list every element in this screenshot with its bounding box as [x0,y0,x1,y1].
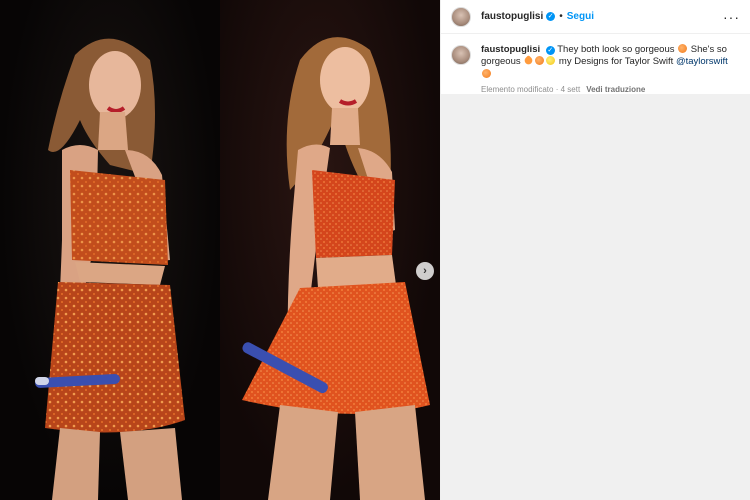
caption-body: faustopuglisi ✓ They both look so gorgeo… [481,44,740,95]
caption-text-3: my Designs for Taylor Swift [558,56,674,68]
photo-right [220,0,440,500]
author-username[interactable]: faustopuglisi [481,11,543,22]
more-options-icon[interactable]: ··· [723,9,740,25]
post-media: › [0,0,440,500]
orange-emoji-icon [678,44,688,53]
caption-text: faustopuglisi ✓ They both look so gorgeo… [481,44,740,81]
chevron-right-icon: › [423,265,427,277]
caption-text-1: They both look so gorgeous [557,44,675,55]
photo-left [0,0,220,500]
caption-avatar[interactable] [451,45,471,65]
avatar[interactable] [451,6,471,27]
orange-heart-emoji-icon [523,55,535,67]
comments-area [441,94,750,500]
caption: faustopuglisi ✓ They both look so gorgeo… [441,34,750,95]
orange-emoji-icon [482,68,491,78]
separator-dot: • [559,11,563,22]
verified-badge-icon: ✓ [545,46,555,55]
post-header: faustopuglisi ✓ • Segui ··· [441,0,750,34]
mention-link[interactable]: @taylorswift [676,56,728,67]
lemon-emoji-icon [546,56,556,66]
next-image-button[interactable]: › [416,262,434,280]
timestamp: 4 sett [560,85,581,95]
post-side-panel: faustopuglisi ✓ • Segui ··· faustopuglis… [440,0,750,500]
caption-username[interactable]: faustopuglisi [481,44,540,55]
verified-badge-icon: ✓ [546,12,556,21]
orange-emoji-icon [535,56,545,66]
performer-right-illustration [242,37,430,500]
follow-button[interactable]: Segui [567,11,594,22]
performer-left-illustration [35,38,185,500]
